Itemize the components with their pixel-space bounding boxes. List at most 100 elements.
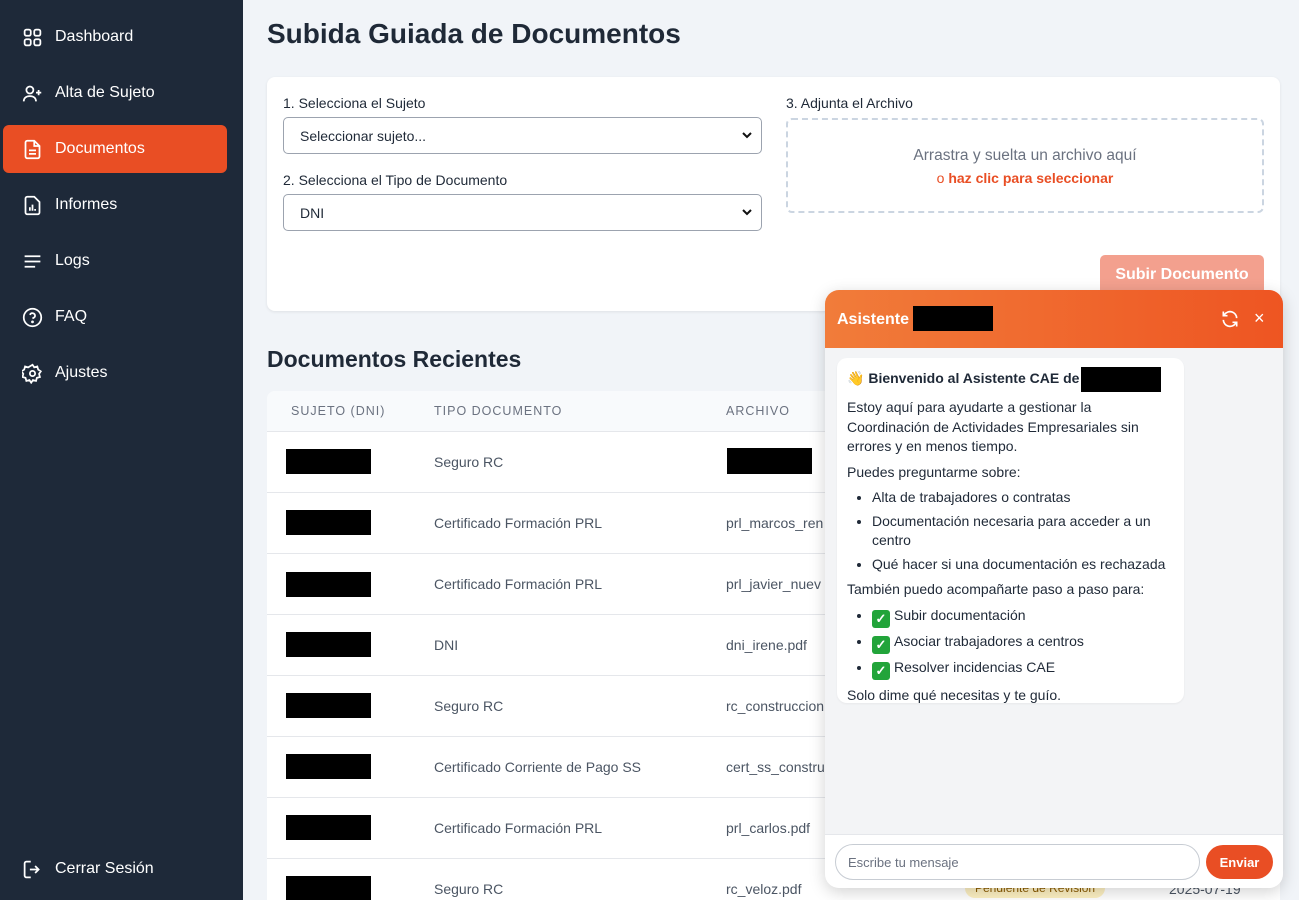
cell-tipo: Certificado Corriente de Pago SS bbox=[434, 759, 641, 775]
ask-list: Alta de trabajadores o contratas Documen… bbox=[847, 488, 1174, 574]
sidebar-item-label: FAQ bbox=[55, 308, 88, 325]
cell-archivo: prl_marcos_ren bbox=[726, 515, 824, 531]
doctype-label: 2. Selecciona el Tipo de Documento bbox=[283, 172, 508, 188]
cell-tipo: Certificado Formación PRL bbox=[434, 820, 603, 836]
file-dropzone[interactable]: Arrastra y suelta un archivo aquí o haz … bbox=[786, 118, 1264, 213]
close-icon[interactable]: × bbox=[1254, 308, 1265, 329]
redacted-subject bbox=[286, 693, 371, 718]
chevron-down-icon bbox=[742, 132, 752, 139]
steps-list: ✓Subir documentación ✓Asociar trabajador… bbox=[847, 606, 1174, 680]
closing-text: Solo dime qué necesitas y te guío. bbox=[847, 686, 1062, 703]
step-text: Subir documentación bbox=[894, 606, 1026, 623]
list-item: Qué hacer si una documentación es rechaz… bbox=[872, 555, 1174, 575]
cell-archivo: rc_construccion bbox=[726, 698, 825, 714]
sidebar-item-alta-sujeto[interactable]: Alta de Sujeto bbox=[3, 69, 227, 117]
document-icon bbox=[21, 138, 43, 160]
sidebar-item-label: Ajustes bbox=[55, 364, 108, 381]
ask-label: Puedes preguntarme sobre: bbox=[847, 463, 1021, 480]
wave-icon: 👋 bbox=[847, 370, 865, 387]
subject-select[interactable]: Seleccionar sujeto... bbox=[283, 117, 762, 154]
sidebar: Dashboard Alta de Sujeto Documentos Info… bbox=[0, 0, 243, 900]
chat-message-input[interactable]: Escribe tu mensaje bbox=[835, 844, 1200, 880]
gear-icon bbox=[21, 362, 43, 384]
redacted-file bbox=[727, 448, 812, 474]
lines-icon bbox=[21, 250, 43, 272]
chevron-down-icon bbox=[742, 209, 752, 216]
user-plus-icon bbox=[21, 82, 43, 104]
sidebar-item-label: Alta de Sujeto bbox=[55, 84, 155, 101]
step-text: Resolver incidencias CAE bbox=[894, 658, 1056, 675]
redacted-name bbox=[1081, 367, 1162, 392]
chat-title: Asistente bbox=[837, 311, 910, 328]
check-icon: ✓ bbox=[872, 661, 890, 680]
report-icon bbox=[21, 194, 43, 216]
dropzone-or: o bbox=[936, 170, 945, 186]
cell-tipo: Seguro RC bbox=[434, 881, 504, 897]
sidebar-item-dashboard[interactable]: Dashboard bbox=[3, 13, 227, 61]
grid-icon bbox=[21, 26, 43, 48]
upload-document-button[interactable]: Subir Documento bbox=[1100, 255, 1264, 295]
assistant-message: 👋 Bienvenido al Asistente CAE de Estoy a… bbox=[837, 358, 1184, 703]
sidebar-item-label: Documentos bbox=[55, 140, 145, 157]
sidebar-item-label: Logs bbox=[55, 252, 90, 269]
cell-archivo: prl_javier_nuev bbox=[726, 576, 821, 592]
send-button[interactable]: Enviar bbox=[1206, 845, 1273, 879]
logout-button[interactable]: Cerrar Sesión bbox=[3, 845, 227, 893]
cell-tipo: Seguro RC bbox=[434, 698, 504, 714]
chat-input-placeholder: Escribe tu mensaje bbox=[848, 854, 959, 870]
cell-archivo: dni_irene.pdf bbox=[726, 637, 807, 653]
sidebar-item-logs[interactable]: Logs bbox=[3, 237, 227, 285]
redacted-subject bbox=[286, 510, 371, 535]
sidebar-item-ajustes[interactable]: Ajustes bbox=[3, 349, 227, 397]
doctype-select[interactable]: DNI bbox=[283, 194, 762, 231]
upload-card: 1. Selecciona el Sujeto Seleccionar suje… bbox=[267, 77, 1280, 311]
redacted-subject bbox=[286, 876, 371, 900]
cell-archivo: cert_ss_constru bbox=[726, 759, 825, 775]
check-icon: ✓ bbox=[872, 609, 890, 628]
file-label: 3. Adjunta el Archivo bbox=[786, 95, 913, 111]
cell-archivo: prl_carlos.pdf bbox=[726, 820, 811, 836]
list-item: ✓Subir documentación bbox=[872, 606, 1174, 628]
chat-widget: Asistente × 👋 Bienvenido al Asistente CA… bbox=[825, 290, 1283, 888]
redacted-subject bbox=[286, 449, 371, 474]
chat-footer: Escribe tu mensaje Enviar bbox=[825, 834, 1283, 888]
welcome-text: Bienvenido al Asistente CAE de bbox=[868, 370, 1080, 387]
column-header: TIPO DOCUMENTO bbox=[434, 404, 563, 418]
page-title: Subida Guiada de Documentos bbox=[267, 18, 681, 49]
redacted-subject bbox=[286, 815, 371, 840]
sidebar-item-informes[interactable]: Informes bbox=[3, 181, 227, 229]
step-text: Asociar trabajadores a centros bbox=[894, 632, 1084, 649]
steps-label: También puedo acompañarte paso a paso pa… bbox=[847, 581, 1145, 597]
recent-documents-title: Documentos Recientes bbox=[267, 346, 522, 372]
refresh-icon[interactable] bbox=[1220, 309, 1240, 329]
welcome-line: 👋 Bienvenido al Asistente CAE de bbox=[847, 367, 1174, 392]
cell-archivo: rc_veloz.pdf bbox=[726, 881, 802, 897]
sidebar-item-documentos[interactable]: Documentos bbox=[3, 125, 227, 173]
list-item: Alta de trabajadores o contratas bbox=[872, 488, 1174, 508]
cell-tipo: Seguro RC bbox=[434, 454, 504, 470]
dropzone-text: Arrastra y suelta un archivo aquí bbox=[913, 147, 1137, 164]
sidebar-item-faq[interactable]: FAQ bbox=[3, 293, 227, 341]
list-item: Documentación necesaria para acceder a u… bbox=[872, 512, 1174, 551]
redacted-subject bbox=[286, 632, 371, 657]
doctype-select-value: DNI bbox=[300, 204, 325, 221]
redacted-subject bbox=[286, 572, 371, 597]
subject-select-value: Seleccionar sujeto... bbox=[300, 127, 427, 144]
list-item: ✓Resolver incidencias CAE bbox=[872, 658, 1174, 680]
cell-tipo: DNI bbox=[434, 637, 459, 653]
chat-header: Asistente × bbox=[825, 290, 1283, 348]
logout-icon bbox=[21, 858, 43, 880]
dropzone-select-link[interactable]: haz clic para seleccionar bbox=[948, 170, 1113, 186]
cell-tipo: Certificado Formación PRL bbox=[434, 576, 603, 592]
intro-text: Estoy aquí para ayudarte a gestionar la … bbox=[847, 399, 1139, 454]
check-icon: ✓ bbox=[872, 635, 890, 654]
redacted-name bbox=[913, 306, 993, 331]
sidebar-item-label: Dashboard bbox=[55, 28, 134, 45]
column-header: SUJETO (DNI) bbox=[291, 404, 386, 418]
sidebar-item-label: Informes bbox=[55, 196, 118, 213]
cell-tipo: Certificado Formación PRL bbox=[434, 515, 603, 531]
help-circle-icon bbox=[21, 306, 43, 328]
list-item: ✓Asociar trabajadores a centros bbox=[872, 632, 1174, 654]
redacted-subject bbox=[286, 754, 371, 779]
logout-label: Cerrar Sesión bbox=[55, 860, 154, 877]
